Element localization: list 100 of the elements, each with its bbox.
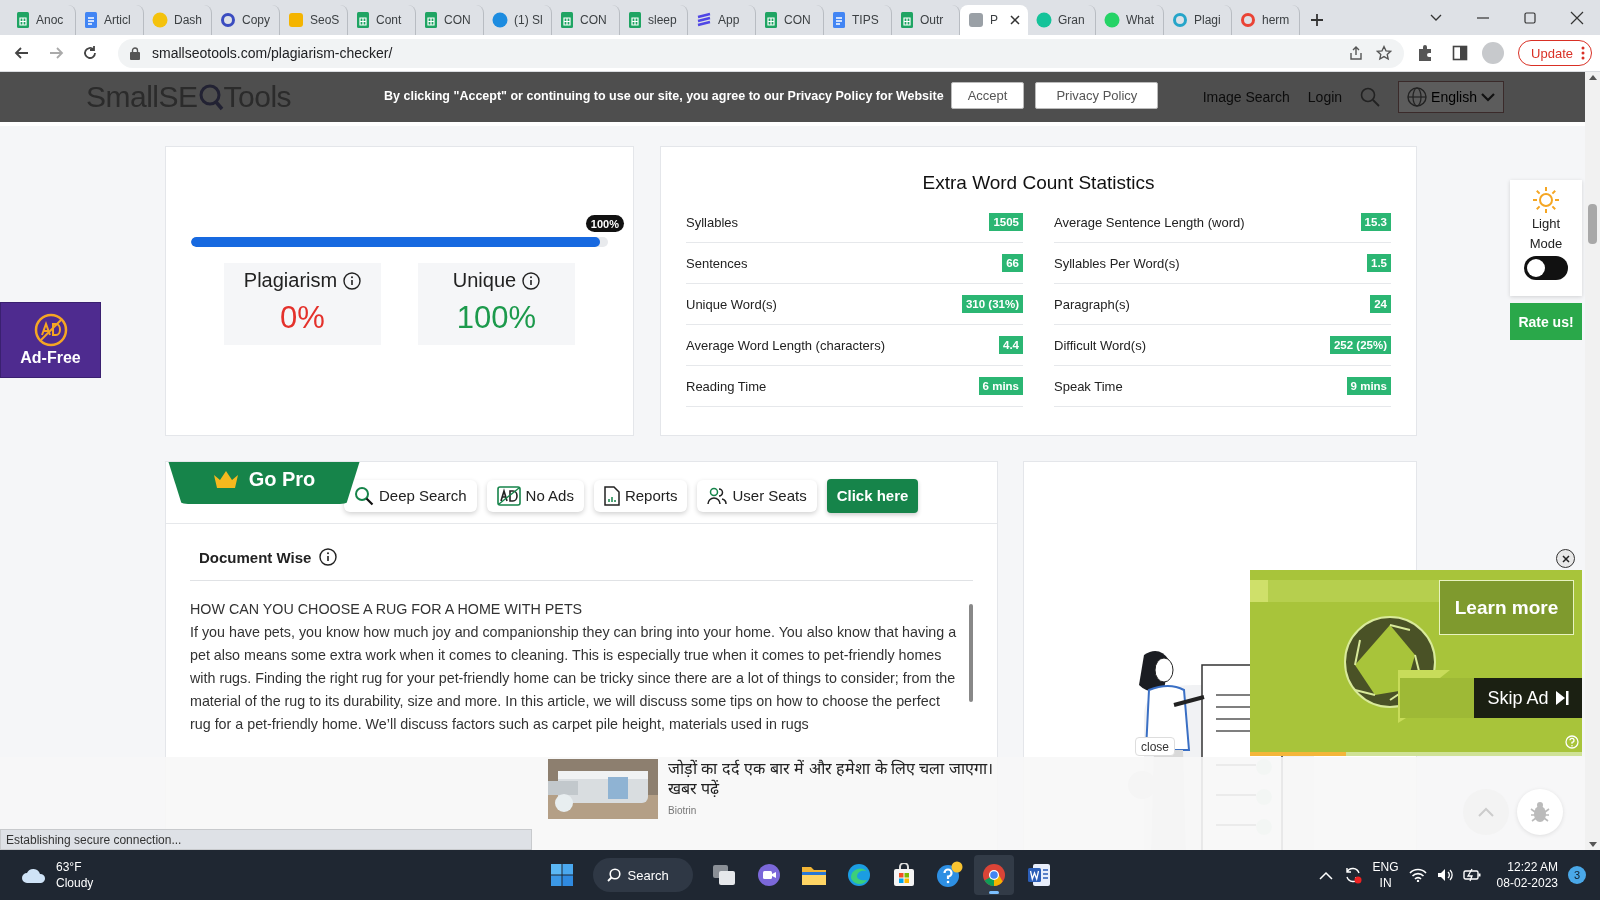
- shopping-bag-icon: [891, 863, 916, 887]
- tab-title: CON: [444, 13, 471, 27]
- ad-badge-icon: [33, 313, 68, 347]
- stat-value: 15.3: [1360, 213, 1391, 231]
- lock-icon: [130, 46, 140, 60]
- search-icon: [354, 485, 374, 506]
- info-icon[interactable]: [343, 271, 362, 290]
- cloud-icon: [20, 866, 48, 884]
- chevron-up-icon: [1478, 807, 1494, 817]
- search-icon: [606, 868, 621, 882]
- tab-title: App: [718, 13, 740, 27]
- tab-title: TIPS: [852, 13, 879, 27]
- address-bar[interactable]: smallseotools.com/plagiarism-checker/: [118, 38, 1405, 68]
- stat-label: Unique Word(s): [686, 296, 777, 312]
- scroll-down-arrow-icon: [1588, 842, 1597, 847]
- ad-source: Biotrin: [668, 805, 698, 816]
- skip-icon: [1554, 690, 1569, 706]
- info-icon[interactable]: [522, 271, 541, 290]
- cookie-notice: By clicking "Accept" or continuing to use our site, you agree to our Privacy Policy for Website: [384, 88, 944, 103]
- statistics-title: Extra Word Count Statistics: [921, 172, 1156, 194]
- update-button[interactable]: Update: [1518, 40, 1592, 66]
- browser-swirl-icon: [846, 863, 871, 887]
- page-scrollbar[interactable]: [1585, 72, 1600, 850]
- info-icon[interactable]: [319, 548, 338, 566]
- video-chat-icon: [756, 863, 781, 887]
- stat-value: 6 mins: [978, 377, 1023, 395]
- browser-tab[interactable]: P: [960, 5, 1028, 35]
- click-here-button[interactable]: Click here: [826, 478, 919, 513]
- theme-toggle[interactable]: [1524, 256, 1568, 280]
- report-icon: [603, 485, 620, 506]
- tab-title: Articl: [104, 13, 131, 27]
- tab-title: (1) Sl: [514, 13, 543, 27]
- score-label: Unique: [452, 269, 517, 292]
- score-value: 0%: [280, 300, 325, 336]
- chevron-down-icon: [1481, 92, 1495, 102]
- star-icon[interactable]: [1376, 45, 1393, 61]
- notification-badge[interactable]: 3: [1568, 866, 1586, 884]
- privacy-policy-button[interactable]: Privacy Policy: [1035, 82, 1159, 109]
- score-label: Plagiarism: [243, 269, 338, 292]
- close-button[interactable]: [1556, 549, 1575, 568]
- feature-chip[interactable]: Deep Search: [344, 479, 477, 512]
- tab-title: CON: [784, 13, 811, 27]
- language-code[interactable]: ENG: [1372, 859, 1399, 875]
- share-icon[interactable]: [1348, 45, 1365, 61]
- close-icon[interactable]: [1010, 15, 1020, 25]
- chevron-up-icon[interactable]: [1318, 870, 1333, 880]
- new-tab-icon[interactable]: [1310, 13, 1324, 27]
- magnifier-icon: [197, 83, 224, 111]
- more-icon: [1581, 46, 1585, 60]
- stat-label: Average Sentence Length (word): [1054, 214, 1245, 230]
- chrome-icon: [981, 863, 1006, 887]
- volume-icon[interactable]: [1436, 868, 1453, 882]
- region-code[interactable]: IN: [1379, 875, 1392, 891]
- reload-icon[interactable]: [81, 44, 99, 62]
- close-button[interactable]: close: [1135, 737, 1175, 756]
- bug-icon: [1530, 801, 1550, 823]
- stat-label: Sentences: [686, 255, 748, 271]
- score-value: 100%: [456, 300, 537, 336]
- feature-chip[interactable]: User Seats: [697, 479, 817, 512]
- close-icon[interactable]: [1569, 10, 1584, 25]
- stat-value: 1505: [989, 213, 1023, 231]
- tab-title: Outr: [920, 13, 944, 27]
- document-w-icon: [1026, 863, 1051, 887]
- taskbar-search[interactable]: Search: [592, 858, 693, 892]
- taskbar-app[interactable]: [973, 855, 1014, 895]
- url-text: smallseotools.com/plagiarism-checker/: [152, 45, 394, 61]
- battery-icon[interactable]: [1462, 868, 1481, 882]
- tab-title: What: [1126, 13, 1154, 27]
- scrollbar-thumb[interactable]: [1588, 204, 1597, 244]
- stat-label: Reading Time: [686, 378, 767, 394]
- wifi-icon[interactable]: [1408, 868, 1427, 882]
- stat-value: 310 (31%): [961, 295, 1023, 313]
- maximize-icon[interactable]: [1522, 10, 1537, 25]
- feature-chip[interactable]: No Ads: [486, 479, 584, 512]
- stat-label: Speak Time: [1054, 378, 1123, 394]
- windows-icon: [549, 863, 574, 887]
- stat-label: Syllables Per Word(s): [1054, 255, 1180, 271]
- skip-ad-button[interactable]: Skip Ad: [1474, 678, 1582, 718]
- feature-chip[interactable]: Reports: [593, 479, 688, 512]
- clock[interactable]: 12:22 AM 08-02-2023: [1496, 859, 1558, 891]
- stat-value: 252 (25%): [1329, 336, 1391, 354]
- section-title: Document Wise: [199, 548, 312, 566]
- ad-headline[interactable]: जोड़ों का दर्द एक बार में और हमेशा के लिए चला जाएगा। खबर पढ़ें: [668, 759, 1018, 799]
- tab-title: CON: [580, 13, 607, 27]
- ad-block-icon: [496, 485, 521, 506]
- percent-badge: 100%: [585, 215, 624, 232]
- document-heading: HOW CAN YOU CHOOSE A RUG FOR A HOME WITH PETS: [190, 600, 584, 619]
- text-scrollbar[interactable]: [969, 604, 973, 702]
- ad-free-button[interactable]: Ad-Free: [0, 302, 101, 378]
- stat-label: Syllables: [686, 214, 739, 230]
- date-text: 08-02-2023: [1496, 875, 1558, 891]
- tab-title: Cont: [376, 13, 402, 27]
- stat-value: 66: [1002, 254, 1023, 272]
- go-pro-ribbon[interactable]: Go Pro: [166, 462, 362, 504]
- tab-title: P: [990, 13, 998, 27]
- sidebar-icon[interactable]: [1452, 45, 1469, 61]
- stat-label: Difficult Word(s): [1054, 337, 1146, 353]
- tab-title: Gran: [1058, 13, 1085, 27]
- accept-button[interactable]: Accept: [950, 82, 1025, 109]
- users-icon: [707, 486, 728, 505]
